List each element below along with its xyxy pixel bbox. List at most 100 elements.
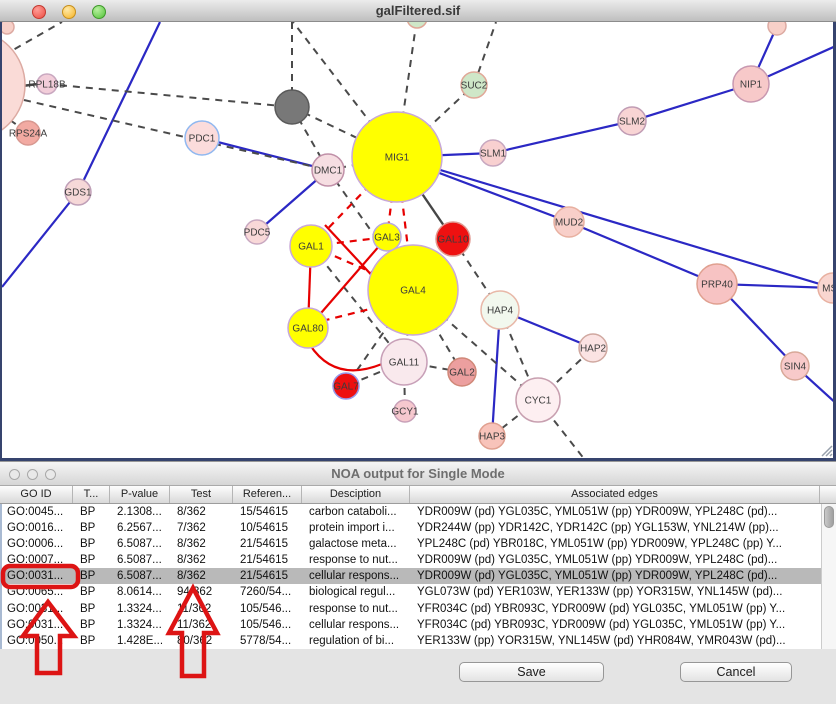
table-cell[interactable]: 21/54615	[235, 536, 304, 552]
table-cell[interactable]: YFR034C (pd) YBR093C, YDR009W (pd) YGL03…	[412, 617, 822, 633]
table-cell[interactable]: response to nut...	[304, 552, 412, 568]
resize-grip-icon[interactable]	[822, 446, 832, 456]
noa-titlebar[interactable]: NOA output for Single Mode	[0, 462, 836, 486]
node-tiny-topleft[interactable]	[2, 22, 14, 34]
table-cell[interactable]: BP	[75, 584, 112, 600]
table-row[interactable]: GO:0031...BP1.3324...11/362105/546...res…	[2, 601, 836, 617]
table-cell[interactable]: GO:0065...	[2, 584, 75, 600]
table-row[interactable]: GO:0006...BP6.5087...8/36221/54615galact…	[2, 536, 836, 552]
table-row[interactable]: GO:0007...BP6.5087...8/36221/54615respon…	[2, 552, 836, 568]
table-cell[interactable]: YER133W (pp) YOR315W, YNL145W (pd) YHR08…	[412, 633, 822, 649]
node-gray-node[interactable]	[275, 90, 309, 124]
table-cell[interactable]: cellular respons...	[304, 617, 412, 633]
table-cell[interactable]: GO:0006...	[2, 536, 75, 552]
table-cell[interactable]: 1.3324...	[112, 601, 172, 617]
table-cell[interactable]: regulation of bi...	[304, 633, 412, 649]
table-cell[interactable]: BP	[75, 552, 112, 568]
table-cell[interactable]: 6.5087...	[112, 536, 172, 552]
table-cell[interactable]: GO:0031...	[2, 617, 75, 633]
column-header[interactable]: P-value	[110, 486, 170, 503]
column-header[interactable]: T...	[73, 486, 110, 503]
table-cell[interactable]: YFR034C (pd) YBR093C, YDR009W (pd) YGL03…	[412, 601, 822, 617]
column-header[interactable]: Test	[170, 486, 233, 503]
table-cell[interactable]: 7260/54...	[235, 584, 304, 600]
table-cell[interactable]: 15/54615	[235, 504, 304, 520]
table-cell[interactable]: BP	[75, 536, 112, 552]
table-row[interactable]: GO:0031...BP1.3324...11/362105/546...cel…	[2, 617, 836, 633]
table-cell[interactable]: protein import i...	[304, 520, 412, 536]
table-cell[interactable]: 8/362	[172, 552, 235, 568]
node-label: GAL11	[389, 358, 420, 369]
table-cell[interactable]: BP	[75, 568, 112, 584]
column-header[interactable]: Referen...	[233, 486, 302, 503]
table-cell[interactable]: carbon cataboli...	[304, 504, 412, 520]
table-cell[interactable]: 94/362	[172, 584, 235, 600]
table-cell[interactable]: GO:0050...	[2, 633, 75, 649]
table-cell[interactable]: BP	[75, 617, 112, 633]
table-cell[interactable]: 21/54615	[235, 552, 304, 568]
table-cell[interactable]: 21/54615	[235, 568, 304, 584]
table-cell[interactable]: 2.1308...	[112, 504, 172, 520]
table-cell[interactable]: 1.3324...	[112, 617, 172, 633]
table-row[interactable]: GO:0031...BP6.5087...8/36221/54615cellul…	[2, 568, 836, 584]
node-label: PRP40	[701, 280, 733, 291]
table-cell[interactable]: 8/362	[172, 504, 235, 520]
table-cell[interactable]: YDR009W (pd) YGL035C, YML051W (pp) YDR00…	[412, 568, 822, 584]
table-cell[interactable]: YDR009W (pd) YGL035C, YML051W (pp) YDR00…	[412, 504, 822, 520]
table-cell[interactable]: 8/362	[172, 568, 235, 584]
table-row[interactable]: GO:0045...BP2.1308...8/36215/54615carbon…	[2, 504, 836, 520]
table-cell[interactable]: 80/362	[172, 633, 235, 649]
table-header[interactable]: GO IDT...P-valueTestReferen...Desciption…	[0, 486, 836, 504]
table-cell[interactable]: cellular respons...	[304, 568, 412, 584]
node-label: MUD2	[555, 218, 584, 229]
table-cell[interactable]: GO:0045...	[2, 504, 75, 520]
table-cell[interactable]: biological regul...	[304, 584, 412, 600]
table-cell[interactable]: GO:0007...	[2, 552, 75, 568]
table-cell[interactable]: 8.0614...	[112, 584, 172, 600]
column-header[interactable]: Associated edges	[410, 486, 820, 503]
table-cell[interactable]: BP	[75, 520, 112, 536]
table-cell[interactable]: 7/362	[172, 520, 235, 536]
table-cell[interactable]: YGL073W (pd) YER103W, YER133W (pp) YOR31…	[412, 584, 822, 600]
table-cell[interactable]: BP	[75, 633, 112, 649]
table-cell[interactable]: GO:0031...	[2, 568, 75, 584]
table-cell[interactable]: 8/362	[172, 536, 235, 552]
save-button[interactable]: Save	[459, 662, 604, 682]
column-header[interactable]: Desciption	[302, 486, 410, 503]
table-cell[interactable]: GO:0016...	[2, 520, 75, 536]
table-cell[interactable]: BP	[75, 601, 112, 617]
node-top-right-pink[interactable]	[768, 22, 786, 35]
table-cell[interactable]: 10/54615	[235, 520, 304, 536]
table-cell[interactable]: 11/362	[172, 601, 235, 617]
table-cell[interactable]: 105/546...	[235, 601, 304, 617]
table-row[interactable]: GO:0065...BP8.0614...94/3627260/54...bio…	[2, 584, 836, 600]
column-header[interactable]: GO ID	[0, 486, 73, 503]
cancel-button[interactable]: Cancel	[680, 662, 792, 682]
node-top-green[interactable]	[407, 22, 427, 28]
table-cell[interactable]: 5778/54...	[235, 633, 304, 649]
table-cell[interactable]: YDR009W (pd) YGL035C, YML051W (pp) YDR00…	[412, 552, 822, 568]
table-cell[interactable]: 6.5087...	[112, 568, 172, 584]
network-canvas[interactable]: RPL18BRPS24AGDS1PDC1PDC5DMC1MIG1SUC2SLM1…	[0, 22, 836, 461]
table-cell[interactable]: 6.5087...	[112, 552, 172, 568]
table-cell[interactable]: 1.428E...	[112, 633, 172, 649]
node-label: HAP3	[479, 432, 506, 443]
table-cell[interactable]: GO:0031...	[2, 601, 75, 617]
table-cell[interactable]: BP	[75, 504, 112, 520]
network-edge-red	[310, 345, 382, 370]
table-cell[interactable]: 6.2567...	[112, 520, 172, 536]
node-label: GAL7	[333, 382, 359, 393]
vertical-scrollbar[interactable]	[821, 504, 836, 649]
table-row[interactable]: GO:0050...BP1.428E...80/3625778/54...reg…	[2, 633, 836, 649]
results-table[interactable]: GO:0045...BP2.1308...8/36215/54615carbon…	[0, 504, 836, 649]
table-row[interactable]: GO:0016...BP6.2567...7/36210/54615protei…	[2, 520, 836, 536]
table-cell[interactable]: 11/362	[172, 617, 235, 633]
table-cell[interactable]: YDR244W (pp) YDR142C, YDR142C (pp) YGL15…	[412, 520, 822, 536]
table-cell[interactable]: 105/546...	[235, 617, 304, 633]
table-cell[interactable]: response to nut...	[304, 601, 412, 617]
table-cell[interactable]: galactose meta...	[304, 536, 412, 552]
window-title: NOA output for Single Mode	[0, 466, 836, 481]
scrollbar-thumb[interactable]	[824, 506, 834, 528]
network-titlebar[interactable]: galFiltered.sif	[0, 0, 836, 22]
table-cell[interactable]: YPL248C (pd) YBR018C, YML051W (pp) YDR00…	[412, 536, 822, 552]
